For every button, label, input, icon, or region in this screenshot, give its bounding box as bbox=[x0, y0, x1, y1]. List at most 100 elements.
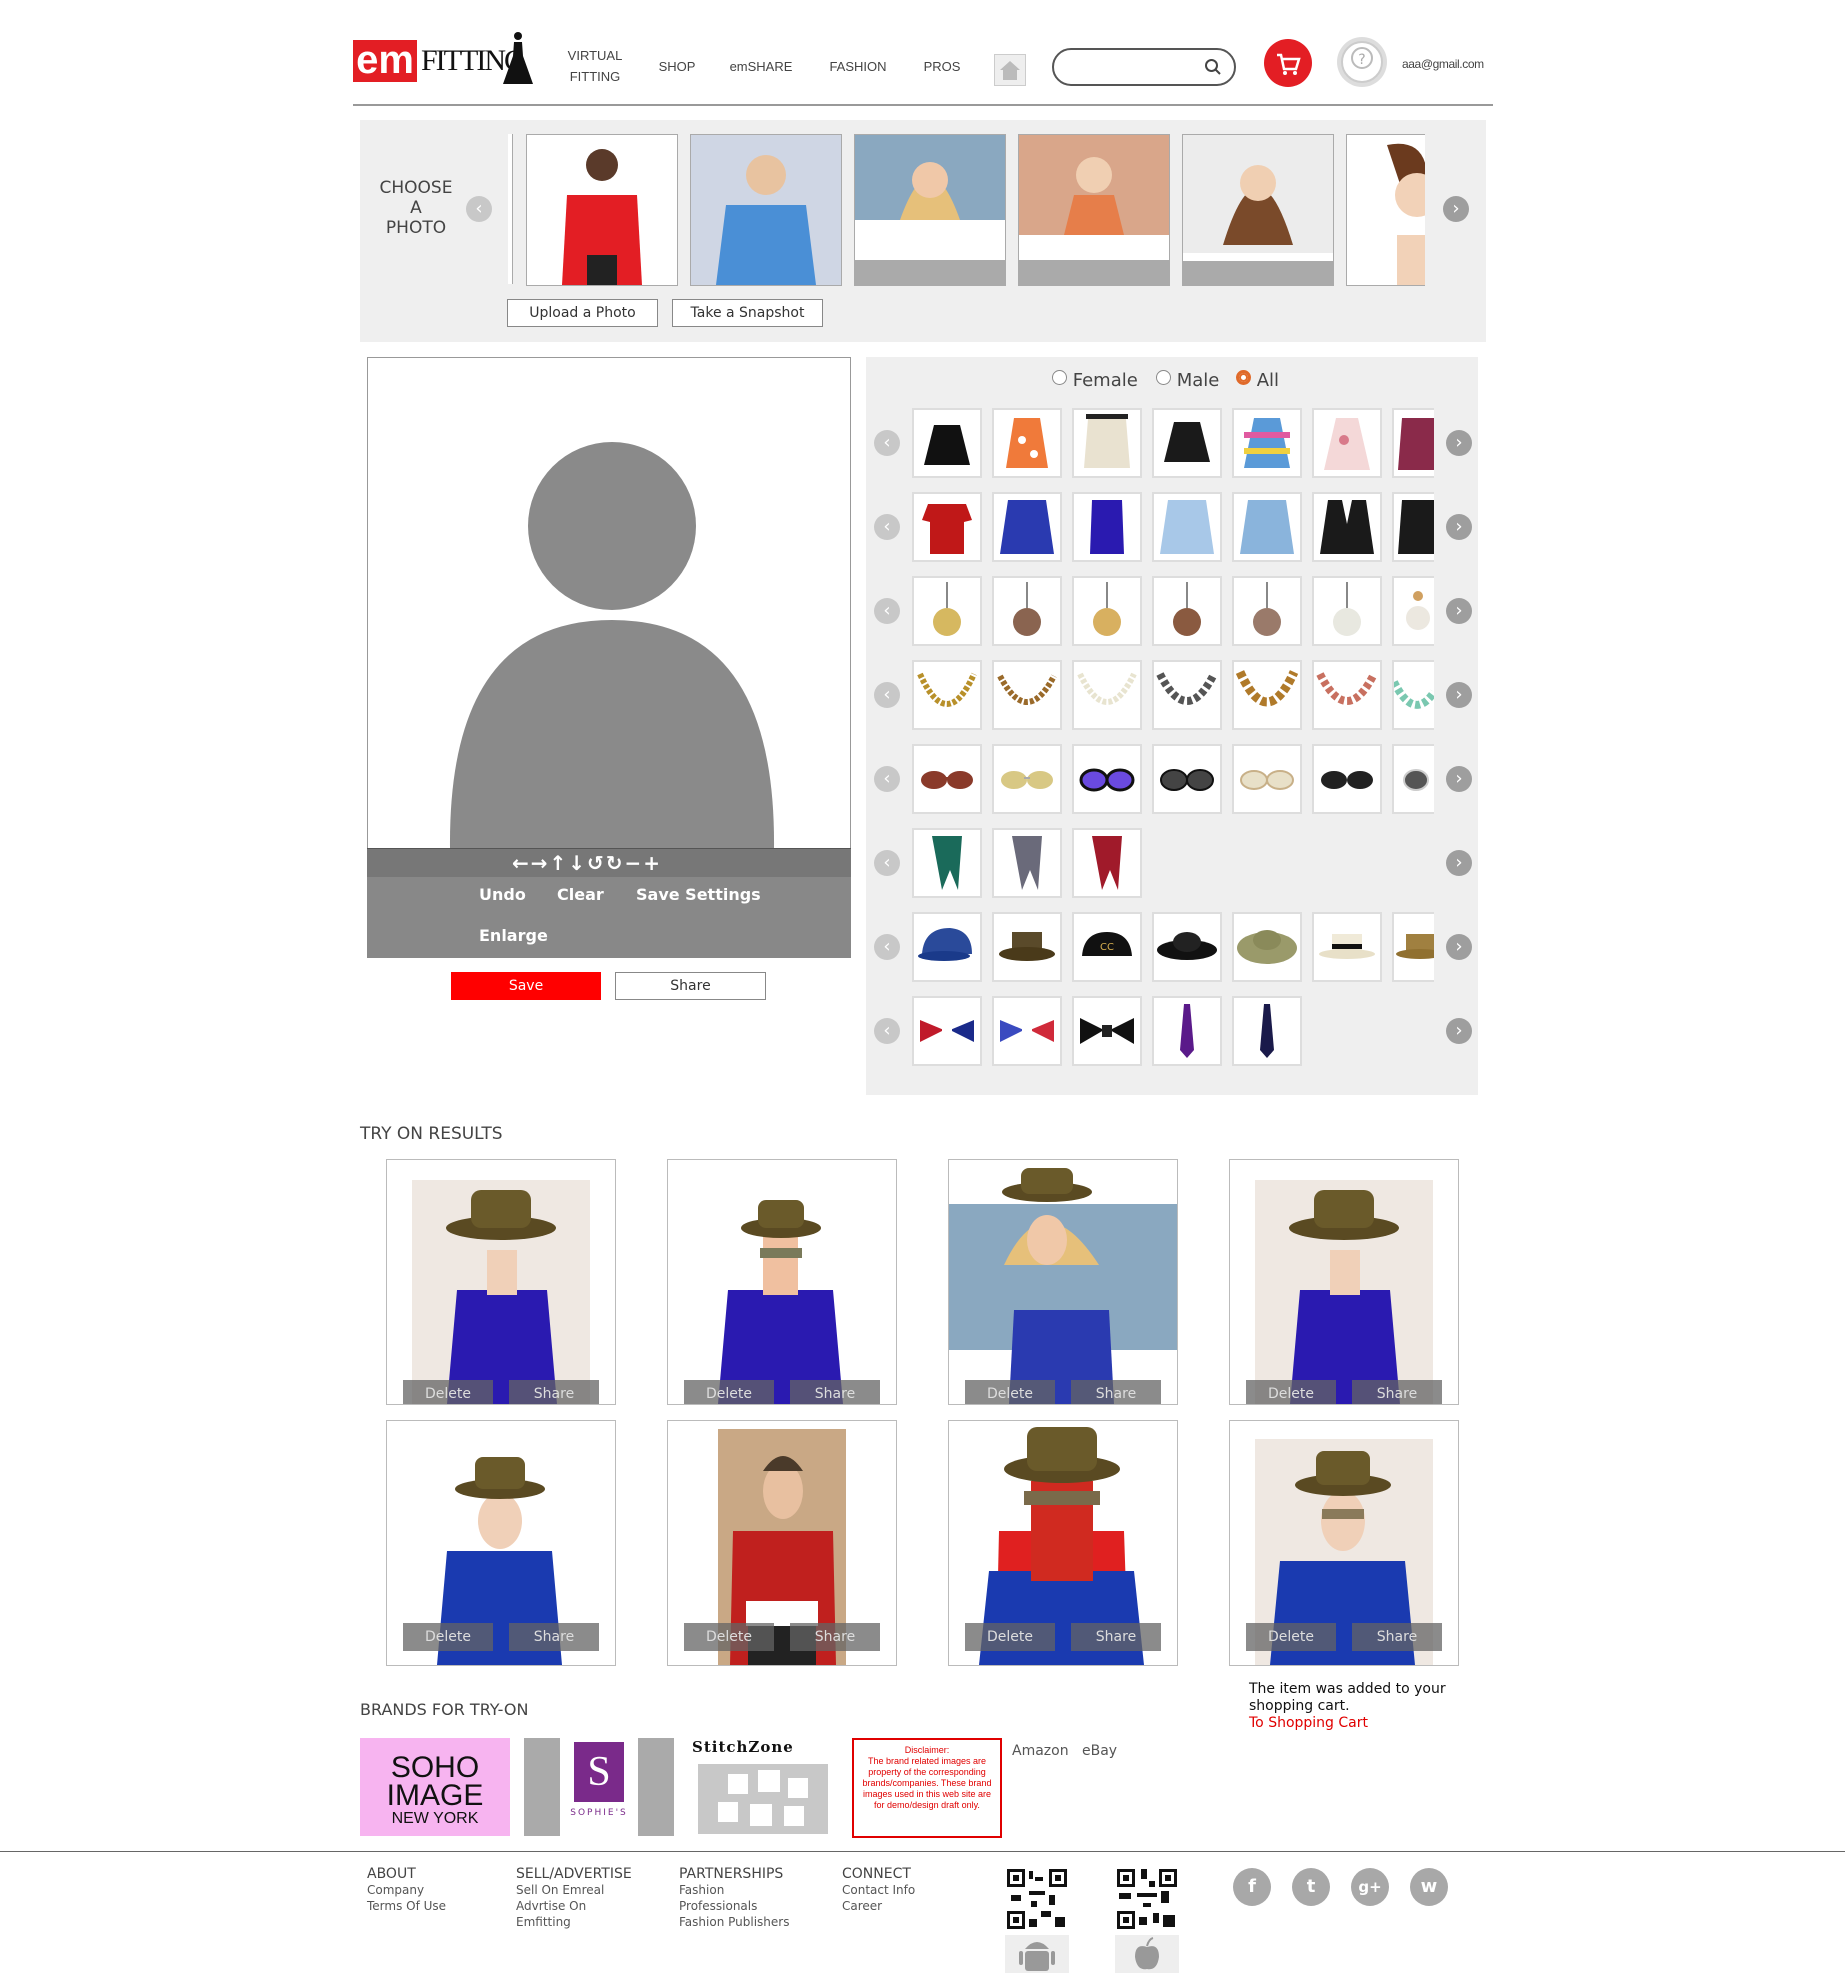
android-icon[interactable] bbox=[1005, 1935, 1069, 1973]
nav-shop[interactable]: SHOP bbox=[650, 56, 704, 77]
ebay-link[interactable]: eBay bbox=[1082, 1743, 1117, 1759]
top-item[interactable] bbox=[992, 492, 1062, 562]
footer-link[interactable]: Sell On Emreal bbox=[516, 1882, 632, 1898]
user-email[interactable]: aaa@gmail.com bbox=[1402, 57, 1484, 71]
tops-next-arrow[interactable]: › bbox=[1446, 514, 1472, 540]
necklace-item[interactable] bbox=[1392, 660, 1434, 730]
result-delete-button[interactable]: Delete bbox=[1246, 1380, 1336, 1404]
footer-link[interactable]: Fashion bbox=[679, 1882, 789, 1898]
earring-item[interactable] bbox=[992, 576, 1062, 646]
enlarge-button[interactable]: Enlarge bbox=[479, 926, 548, 945]
footer-link[interactable]: Emfitting bbox=[516, 1914, 632, 1930]
result-card[interactable]: Delete Share bbox=[948, 1420, 1178, 1666]
hat-item[interactable] bbox=[912, 912, 982, 982]
hat-item[interactable] bbox=[992, 912, 1062, 982]
photo-thumb[interactable] bbox=[690, 134, 842, 286]
sunglasses-item[interactable] bbox=[1312, 744, 1382, 814]
bowtie-item[interactable] bbox=[912, 996, 982, 1066]
result-card[interactable]: Delete Share bbox=[948, 1159, 1178, 1405]
scarves-prev-arrow[interactable]: ‹ bbox=[874, 850, 900, 876]
cart-button[interactable] bbox=[1264, 39, 1312, 87]
wechat-icon[interactable]: w bbox=[1410, 1868, 1448, 1906]
result-card[interactable]: Delete Share bbox=[386, 1420, 616, 1666]
result-share-button[interactable]: Share bbox=[1071, 1380, 1161, 1404]
amazon-link[interactable]: Amazon bbox=[1012, 1743, 1069, 1759]
earring-item[interactable] bbox=[912, 576, 982, 646]
earrings-next-arrow[interactable]: › bbox=[1446, 598, 1472, 624]
sunglasses-item[interactable] bbox=[1392, 744, 1434, 814]
result-share-button[interactable]: Share bbox=[1352, 1380, 1442, 1404]
sunglasses-prev-arrow[interactable]: ‹ bbox=[874, 766, 900, 792]
search-input[interactable] bbox=[1068, 56, 1192, 78]
result-card[interactable]: Delete Share bbox=[386, 1159, 616, 1405]
result-share-button[interactable]: Share bbox=[790, 1623, 880, 1651]
sunglasses-next-arrow[interactable]: › bbox=[1446, 766, 1472, 792]
sunglasses-item[interactable] bbox=[1232, 744, 1302, 814]
skirts-prev-arrow[interactable]: ‹ bbox=[874, 430, 900, 456]
earring-item[interactable] bbox=[1232, 576, 1302, 646]
top-item[interactable] bbox=[1232, 492, 1302, 562]
photo-thumb[interactable] bbox=[1018, 134, 1170, 286]
footer-link[interactable]: Advrtise On bbox=[516, 1898, 632, 1914]
top-item[interactable] bbox=[1392, 492, 1434, 562]
hat-item[interactable]: CC bbox=[1072, 912, 1142, 982]
result-card[interactable]: Delete Share bbox=[1229, 1159, 1459, 1405]
necklace-item[interactable] bbox=[1312, 660, 1382, 730]
save-button[interactable]: Save bbox=[451, 972, 601, 1000]
footer-link[interactable]: Company bbox=[367, 1882, 446, 1898]
top-item[interactable] bbox=[1152, 492, 1222, 562]
fitting-canvas[interactable] bbox=[367, 357, 851, 849]
skirt-item[interactable] bbox=[992, 408, 1062, 478]
result-card[interactable]: Delete Share bbox=[667, 1159, 897, 1405]
top-item[interactable] bbox=[912, 492, 982, 562]
to-shopping-cart-link[interactable]: To Shopping Cart bbox=[1249, 1715, 1368, 1731]
home-icon[interactable] bbox=[994, 54, 1026, 86]
earring-item[interactable] bbox=[1152, 576, 1222, 646]
ties-prev-arrow[interactable]: ‹ bbox=[874, 1018, 900, 1044]
skirt-item[interactable] bbox=[1312, 408, 1382, 478]
earrings-prev-arrow[interactable]: ‹ bbox=[874, 598, 900, 624]
sunglasses-item[interactable] bbox=[992, 744, 1062, 814]
footer-link[interactable]: Contact Info bbox=[842, 1882, 915, 1898]
move-rotate-zoom-controls[interactable]: ←→↑↓↺↻−+ bbox=[512, 851, 662, 875]
hat-item[interactable] bbox=[1152, 912, 1222, 982]
share-button[interactable]: Share bbox=[615, 972, 766, 1000]
radio-all[interactable]: All bbox=[1236, 370, 1279, 391]
nav-fashion[interactable]: FASHION bbox=[820, 56, 896, 77]
photo-next-arrow[interactable]: › bbox=[1443, 196, 1469, 222]
search-icon[interactable] bbox=[1204, 58, 1222, 76]
necklaces-prev-arrow[interactable]: ‹ bbox=[874, 682, 900, 708]
twitter-icon[interactable]: t bbox=[1292, 1868, 1330, 1906]
upload-photo-button[interactable]: Upload a Photo bbox=[507, 299, 658, 327]
result-share-button[interactable]: Share bbox=[509, 1623, 599, 1651]
save-settings-button[interactable]: Save Settings bbox=[636, 885, 761, 904]
hats-next-arrow[interactable]: › bbox=[1446, 934, 1472, 960]
result-share-button[interactable]: Share bbox=[1071, 1623, 1161, 1651]
google-plus-icon[interactable]: g+ bbox=[1351, 1868, 1389, 1906]
earring-item[interactable] bbox=[1312, 576, 1382, 646]
earring-item[interactable] bbox=[1072, 576, 1142, 646]
earring-item[interactable] bbox=[1392, 576, 1434, 646]
ties-next-arrow[interactable]: › bbox=[1446, 1018, 1472, 1044]
sunglasses-item[interactable] bbox=[1152, 744, 1222, 814]
photo-thumb[interactable] bbox=[854, 134, 1006, 286]
hat-item[interactable] bbox=[1392, 912, 1434, 982]
top-item[interactable] bbox=[1072, 492, 1142, 562]
radio-male[interactable]: Male bbox=[1156, 370, 1219, 391]
bowtie-item[interactable] bbox=[1072, 996, 1142, 1066]
hats-prev-arrow[interactable]: ‹ bbox=[874, 934, 900, 960]
sunglasses-item[interactable] bbox=[1072, 744, 1142, 814]
skirt-item[interactable] bbox=[1392, 408, 1434, 478]
photo-thumb[interactable] bbox=[526, 134, 678, 286]
apple-icon[interactable] bbox=[1115, 1935, 1179, 1973]
result-delete-button[interactable]: Delete bbox=[1246, 1623, 1336, 1651]
scarf-item[interactable] bbox=[992, 828, 1062, 898]
skirt-item[interactable] bbox=[1152, 408, 1222, 478]
facebook-icon[interactable]: f bbox=[1233, 1868, 1271, 1906]
top-item[interactable] bbox=[1312, 492, 1382, 562]
result-delete-button[interactable]: Delete bbox=[684, 1623, 774, 1651]
skirts-next-arrow[interactable]: › bbox=[1446, 430, 1472, 456]
hat-item[interactable] bbox=[1232, 912, 1302, 982]
skirt-item[interactable] bbox=[912, 408, 982, 478]
brand-stitchzone[interactable]: StitchZone bbox=[688, 1738, 838, 1836]
